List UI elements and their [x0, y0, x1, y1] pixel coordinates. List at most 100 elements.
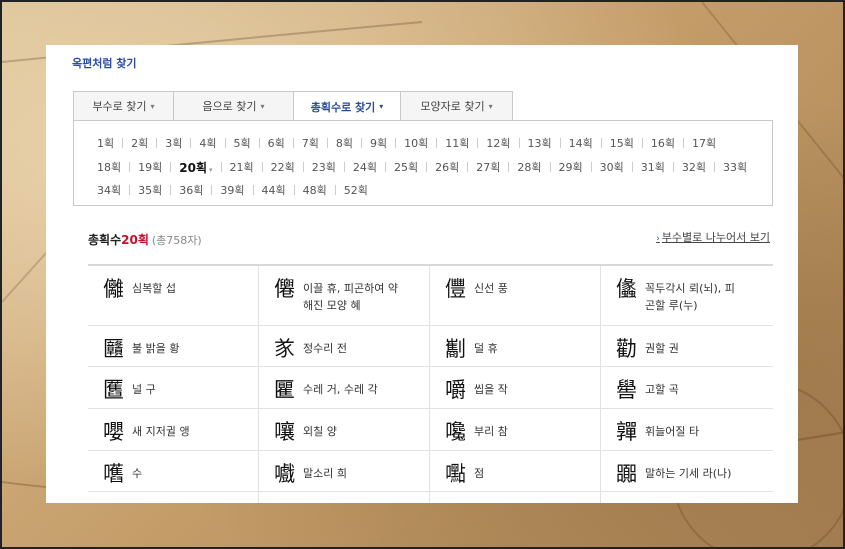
- stroke-link[interactable]: 27획: [468, 159, 510, 175]
- stroke-link[interactable]: 22획: [263, 159, 304, 175]
- stroke-link[interactable]: 33획: [715, 159, 755, 175]
- character-cell[interactable]: 嚼 씹을 작: [430, 367, 601, 408]
- stroke-link[interactable]: 13획: [520, 135, 561, 151]
- hanja-meaning: 불 밝을 황: [132, 342, 180, 355]
- stroke-link[interactable]: 36획: [171, 182, 213, 198]
- stroke-link[interactable]: 12획: [478, 135, 520, 151]
- character-cell[interactable]: 嚸점: [430, 451, 601, 491]
- tab-sound[interactable]: 음으로 찾기 ▾: [173, 91, 294, 120]
- table-row: 㔶 불 밝을 황 㒸 정수리 전 㔒 덜 휴 勸 권할 권: [88, 326, 773, 367]
- stroke-label: 10획: [404, 137, 429, 150]
- character-cell[interactable]: 嚳 고할 곡: [601, 367, 773, 408]
- stroke-link[interactable]: 14획: [561, 135, 602, 151]
- stroke-link[interactable]: 17획: [684, 135, 724, 151]
- hanja-meaning: 새 지저귈 앵: [132, 425, 190, 438]
- caret-down-icon: ▾: [379, 102, 384, 111]
- stroke-link[interactable]: 31획: [633, 159, 674, 175]
- panel-title: 옥편처럼 찾기: [72, 57, 137, 70]
- hanja-meaning: 수레 거, 수레 각: [303, 383, 378, 396]
- character-cell[interactable]: 匷 수레 거, 수레 각: [259, 367, 430, 408]
- hanja-meaning: 고할 곡: [645, 383, 679, 396]
- hanja-character: 嚼: [445, 378, 466, 402]
- character-cell[interactable]: 嚱 말소리 희: [259, 451, 430, 491]
- stroke-label: 22획: [270, 161, 295, 174]
- hanja-character: 㔒: [445, 337, 466, 361]
- table-row: 嚿 수 嚱 말소리 희 嚸 점 嚻 말하는 기세 라(나): [88, 451, 773, 492]
- stroke-link[interactable]: 18획: [74, 159, 131, 175]
- character-cell[interactable]: 嚷 외칠 양: [259, 409, 430, 450]
- character-cell[interactable]: 㒸 정수리 전: [259, 326, 430, 366]
- stroke-link[interactable]: 39획: [212, 182, 254, 198]
- stroke-label: 11획: [445, 137, 470, 150]
- stroke-label: 16획: [650, 137, 675, 150]
- stroke-link[interactable]: 10획: [396, 135, 438, 151]
- character-cell[interactable]: 嚲 휘늘어질 타: [601, 409, 773, 450]
- tab-shape[interactable]: 모양자로 찾기 ▾: [400, 91, 513, 120]
- stroke-link[interactable]: 4획: [191, 135, 226, 151]
- stroke-link[interactable]: 26획: [427, 159, 469, 175]
- stroke-link[interactable]: 34획: [74, 182, 131, 198]
- stroke-link[interactable]: 16획: [643, 135, 684, 151]
- view-by-radical-link[interactable]: › 부수별로 나누어서 보기: [656, 229, 770, 245]
- stroke-label: 15획: [609, 137, 634, 150]
- result-heading: 총획수20획 (총758자): [88, 231, 202, 248]
- table-row: [88, 492, 773, 503]
- stroke-link[interactable]: 9획: [362, 135, 397, 151]
- character-cell[interactable]: 勸 권할 권: [601, 326, 773, 366]
- stroke-link[interactable]: 2획: [123, 135, 158, 151]
- character-cell[interactable]: 嚻 말하는 기세 라(나): [601, 451, 773, 491]
- stroke-label: 44획: [261, 184, 286, 197]
- character-cell[interactable]: 㔶 불 밝을 황: [88, 326, 259, 366]
- character-cell[interactable]: 嚵 부리 참: [430, 409, 601, 450]
- hanja-meaning: 수: [132, 467, 143, 480]
- character-cell[interactable]: 㒩 꼭두각시 뢰(뇌), 피 곤할 루(누): [601, 266, 773, 325]
- character-grid: 㒧 심복할 섭 㒨 이끌 휴, 피곤하여 약 해진 모양 혜 㒥 신선 풍 㒩 꼭두각시 뢰(뇌…: [88, 264, 773, 503]
- table-row: 匶 널 구 匷 수레 거, 수레 각 嚼 씹을 작 嚳 고할 곡: [88, 367, 773, 409]
- stroke-link[interactable]: 6획: [260, 135, 294, 151]
- stroke-link[interactable]: 19획: [130, 159, 172, 175]
- stroke-link[interactable]: 44획: [254, 182, 295, 198]
- stroke-link[interactable]: 24획: [345, 159, 387, 175]
- stroke-link[interactable]: 5획: [226, 135, 260, 151]
- stroke-link[interactable]: 25획: [386, 159, 428, 175]
- hanja-character: 㒨: [274, 277, 295, 301]
- character-cell[interactable]: 嚿수: [88, 451, 259, 491]
- stroke-label: 36획: [179, 184, 204, 197]
- hanja-meaning: 말하는 기세 라(나): [645, 467, 732, 480]
- caret-down-icon: ▾: [488, 101, 493, 111]
- stroke-link[interactable]: 29획: [551, 159, 592, 175]
- stroke-link[interactable]: 52획: [336, 182, 376, 198]
- stroke-label: 52획: [343, 184, 368, 197]
- character-cell[interactable]: 匶널 구: [88, 367, 259, 408]
- stroke-link[interactable]: 32획: [674, 159, 716, 175]
- stroke-link[interactable]: 20획 ▾: [171, 159, 222, 176]
- stroke-link[interactable]: 21획: [222, 159, 263, 175]
- tab-radical[interactable]: 부수로 찾기 ▾: [73, 91, 174, 120]
- character-cell[interactable]: 㒧 심복할 섭: [88, 266, 259, 325]
- stroke-link[interactable]: 8획: [328, 135, 362, 151]
- stroke-link[interactable]: 3획: [157, 135, 192, 151]
- character-cell[interactable]: 嚶 새 지저귈 앵: [88, 409, 259, 450]
- stroke-label: 21획: [229, 161, 254, 174]
- hanja-character: 嚱: [274, 462, 295, 486]
- stroke-link[interactable]: 48획: [295, 182, 336, 198]
- stroke-link[interactable]: 7획: [294, 135, 328, 151]
- stroke-link[interactable]: 11획: [437, 135, 479, 151]
- hanja-meaning: 덜 휴: [474, 342, 498, 355]
- stroke-label: 9획: [370, 137, 388, 150]
- search-tabs: 부수로 찾기 ▾ 음으로 찾기 ▾ 총획수로 찾기 ▾ 모양자로 찾기 ▾: [73, 91, 513, 121]
- stroke-link[interactable]: 30획: [592, 159, 633, 175]
- hanja-character: 㒸: [274, 337, 295, 361]
- character-cell[interactable]: 㔒덜 휴: [430, 326, 601, 366]
- stroke-link[interactable]: 15획: [602, 135, 643, 151]
- stroke-label: 33획: [723, 161, 748, 174]
- stroke-link[interactable]: 35획: [130, 182, 172, 198]
- character-cell[interactable]: 㒥 신선 풍: [430, 266, 601, 325]
- tab-stroke-count[interactable]: 총획수로 찾기 ▾: [293, 91, 401, 121]
- character-cell[interactable]: 㒨 이끌 휴, 피곤하여 약 해진 모양 혜: [259, 266, 430, 325]
- stroke-link[interactable]: 23획: [304, 159, 345, 175]
- stroke-link[interactable]: 28획: [509, 159, 551, 175]
- character-cell: [430, 492, 601, 503]
- stroke-link[interactable]: 1획: [74, 135, 124, 151]
- hanja-meaning: 외칠 양: [303, 425, 337, 438]
